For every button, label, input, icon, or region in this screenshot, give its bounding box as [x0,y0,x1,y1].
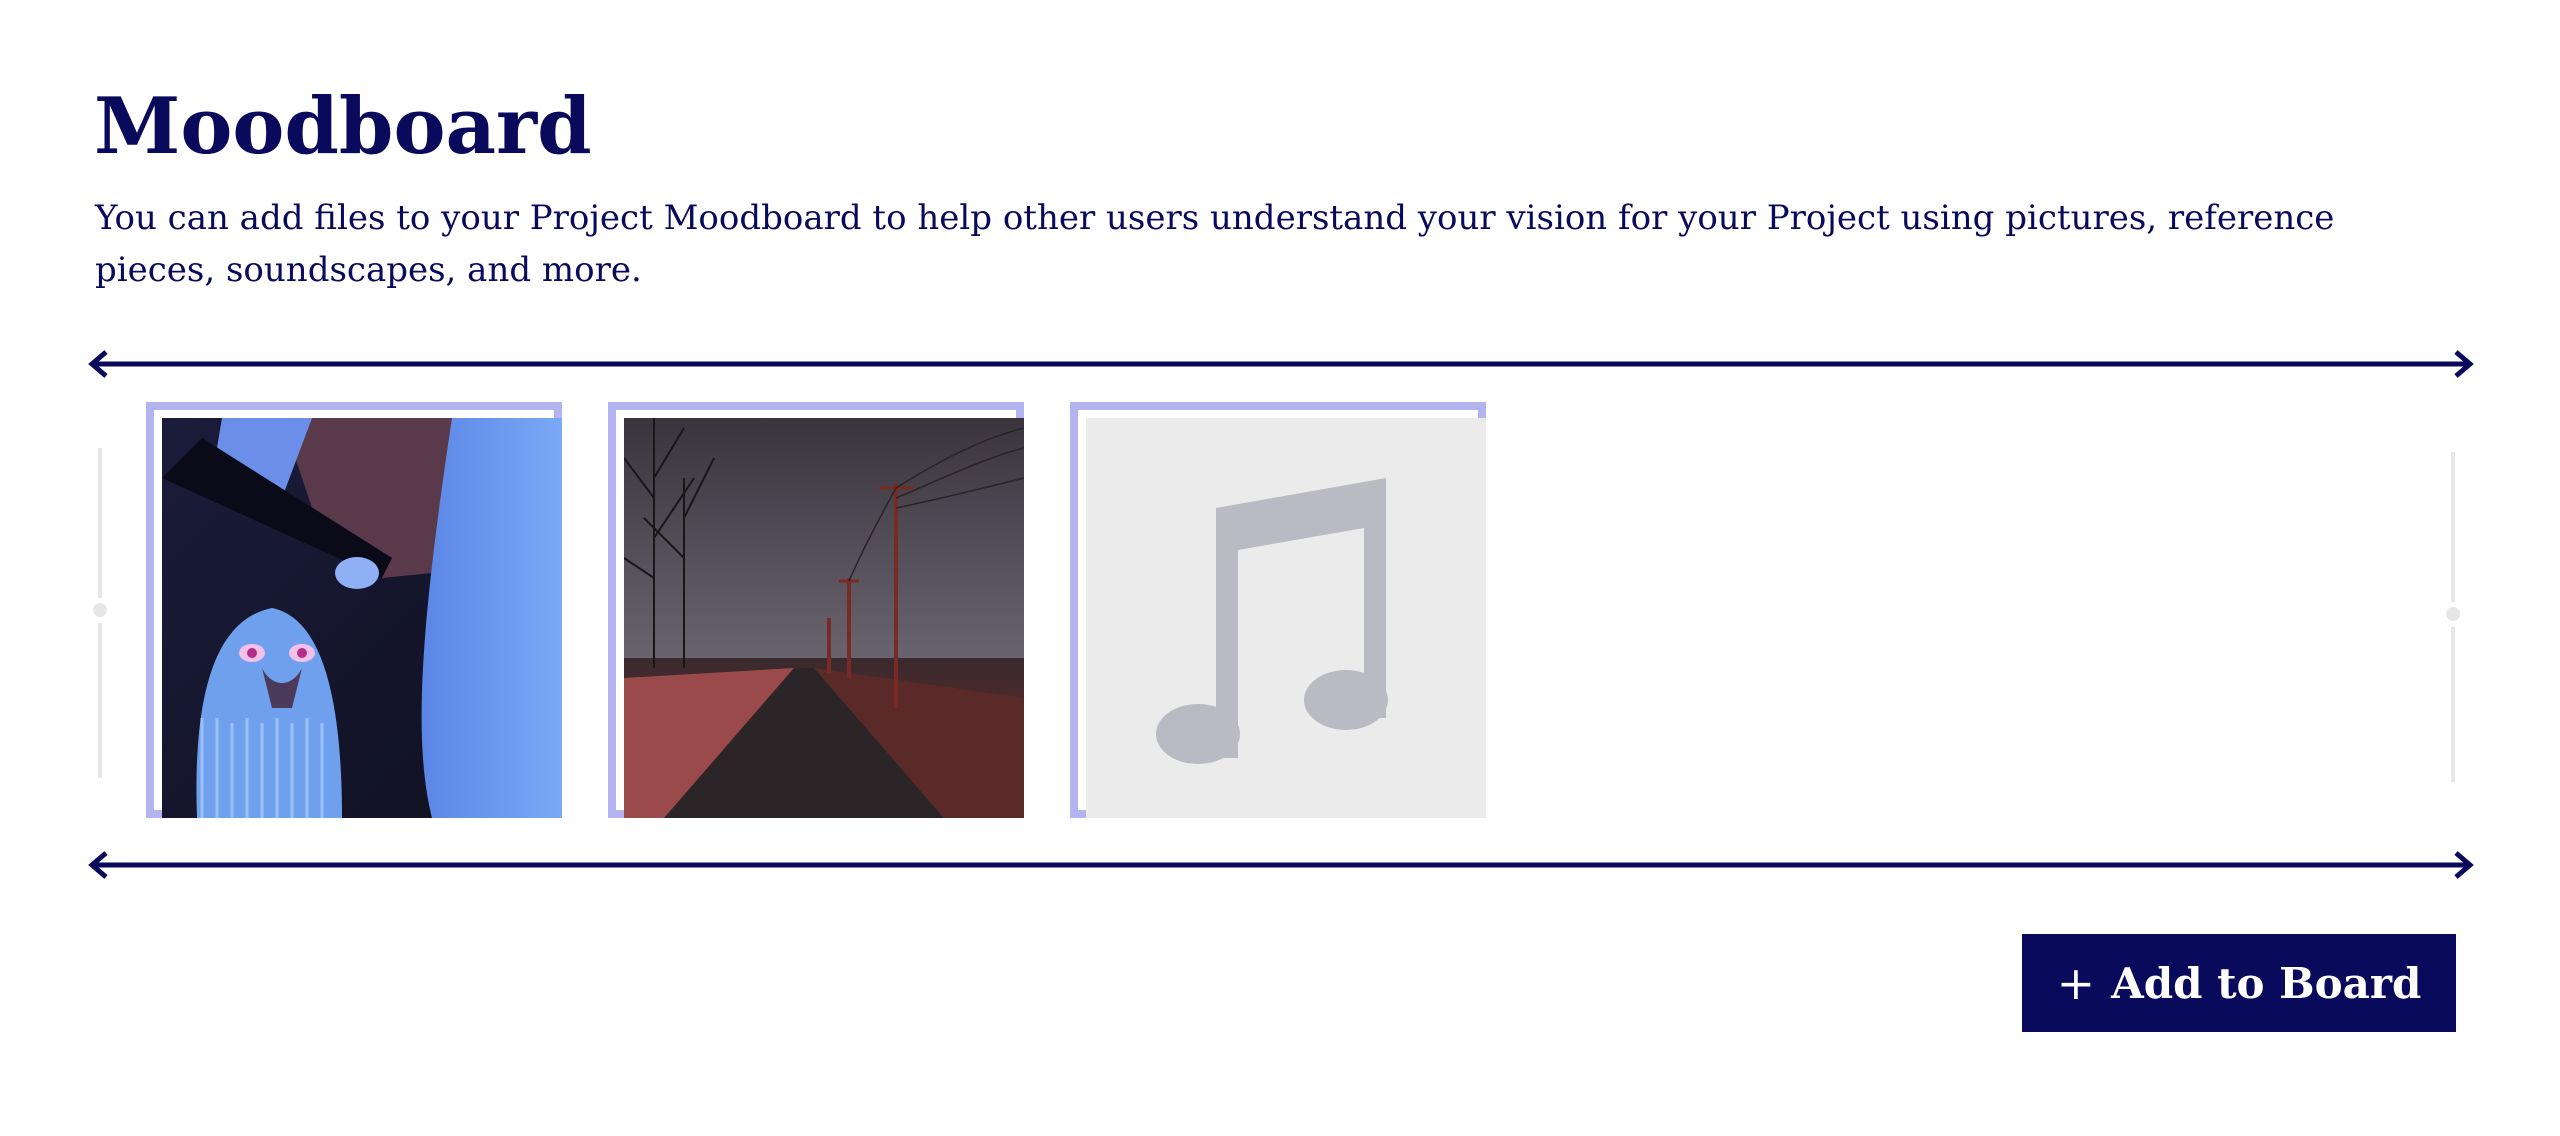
music-note-icon [1156,478,1388,764]
scroll-range-arrow-top [88,350,2474,378]
scroll-range-arrow-bottom [88,851,2474,879]
road-photo-image [624,418,1024,818]
page-description: You can add files to your Project Moodbo… [95,198,2335,290]
plus-icon: + [2056,956,2096,1010]
moodboard-item-illustration[interactable] [146,402,562,818]
moodboard-item-photo[interactable] [608,402,1024,818]
scroll-left-handle[interactable] [90,448,110,778]
scroll-right-handle[interactable] [2443,452,2463,782]
add-to-board-button[interactable]: + Add to Board [2022,934,2456,1032]
illustration-image [162,418,562,818]
add-to-board-label: Add to Board [2111,958,2422,1008]
moodboard-item-audio[interactable] [1070,402,1486,818]
page-title: Moodboard [94,81,592,172]
